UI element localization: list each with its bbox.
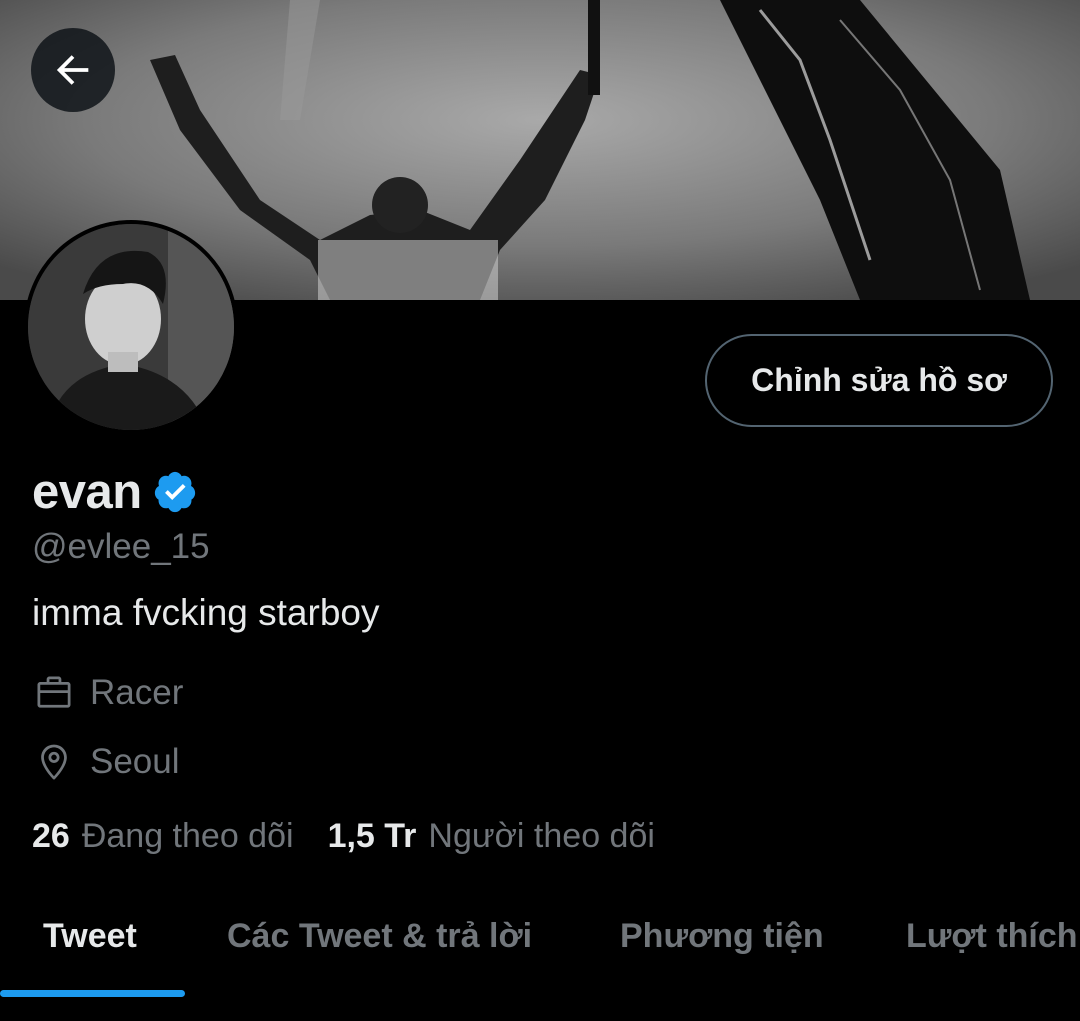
briefcase-icon <box>37 676 71 708</box>
avatar[interactable] <box>24 220 238 434</box>
location-label: Seoul <box>90 742 180 781</box>
tab-tweets[interactable]: Tweet <box>43 888 137 984</box>
avatar-photo <box>28 224 234 430</box>
name-row: evan <box>32 464 198 520</box>
back-button[interactable] <box>31 28 115 112</box>
profile-page: Chỉnh sửa hồ sơ evan @evlee_15 imma fvck… <box>0 0 1080 1021</box>
bio-text: imma fvcking starboy <box>32 592 380 633</box>
tab-media[interactable]: Phương tiện <box>620 888 824 984</box>
active-tab-indicator <box>0 990 185 997</box>
follow-stats: 26 Đang theo dõi 1,5 Tr Người theo dõi <box>32 817 655 856</box>
followers-link[interactable]: 1,5 Tr Người theo dõi <box>328 817 655 856</box>
user-handle: @evlee_15 <box>32 527 210 566</box>
work-label: Racer <box>90 673 184 712</box>
display-name: evan <box>32 465 142 519</box>
following-count: 26 <box>32 817 70 855</box>
profile-tabs: Tweet Các Tweet & trả lời Phương tiện Lư… <box>0 888 1080 998</box>
profile-location: Seoul <box>32 740 180 784</box>
followers-count: 1,5 Tr <box>327 817 417 855</box>
following-label: Đang theo dõi <box>81 817 294 855</box>
arrow-left-icon <box>56 55 89 85</box>
location-pin-icon <box>41 744 67 780</box>
following-link[interactable]: 26 Đang theo dõi <box>32 817 294 856</box>
tab-likes[interactable]: Lượt thích <box>906 888 1078 984</box>
tab-tweets-replies[interactable]: Các Tweet & trả lời <box>227 888 532 984</box>
followers-label: Người theo dõi <box>428 817 655 855</box>
profile-work: Racer <box>32 671 183 715</box>
verified-badge-icon[interactable] <box>152 469 198 515</box>
edit-profile-button[interactable]: Chỉnh sửa hồ sơ <box>705 334 1053 427</box>
